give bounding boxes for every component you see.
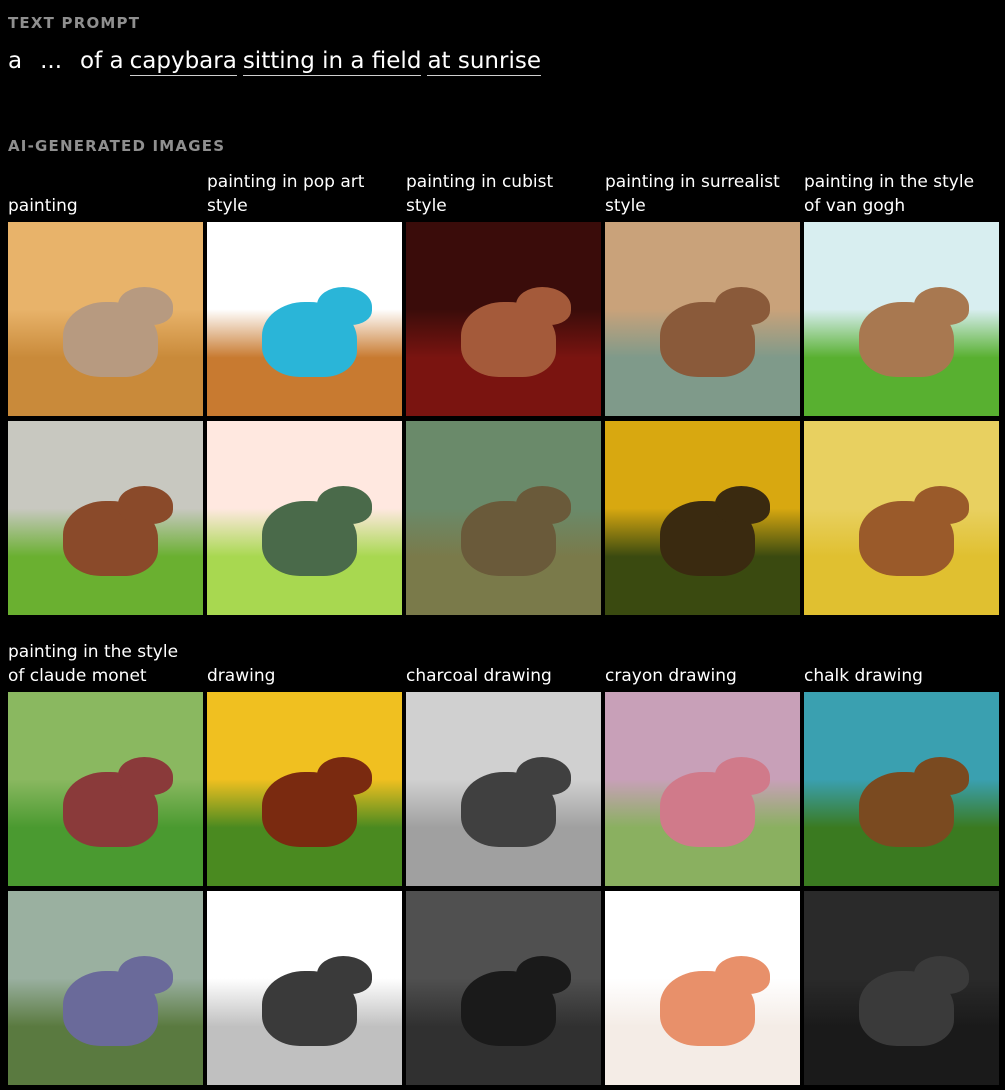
capybara-head-shape (914, 757, 969, 795)
capybara-head-shape (715, 757, 770, 795)
chalk-image-2 (804, 891, 999, 1085)
column-label-drawing: drawing (207, 666, 276, 686)
surrealist-image-2 (605, 421, 800, 615)
ai-generated-images-heading: AI-GENERATED IMAGES (8, 137, 226, 155)
capybara-head-shape (317, 757, 372, 795)
column-label-surrealist: painting in surrealist style (605, 172, 780, 216)
charcoal-image-1 (406, 692, 601, 886)
prompt-of-a: of a (80, 48, 124, 74)
capybara-head-shape (317, 486, 372, 524)
prompt-subject[interactable]: capybara (129, 48, 237, 76)
capybara-head-shape (715, 287, 770, 325)
capybara-head-shape (118, 757, 173, 795)
column-label-painting: painting (8, 196, 78, 216)
capybara-head-shape (516, 956, 571, 994)
capybara-head-shape (715, 486, 770, 524)
column-label-cubist: painting in cubist style (406, 172, 554, 216)
capybara-head-shape (516, 287, 571, 325)
pop-art-image-1 (207, 222, 402, 416)
crayon-image-1 (605, 692, 800, 886)
capybara-head-shape (914, 956, 969, 994)
capybara-head-shape (715, 956, 770, 994)
prompt-time[interactable]: at sunrise (427, 48, 541, 76)
painting-image-2 (8, 421, 203, 615)
drawing-image-1 (207, 692, 402, 886)
column-label-pop-art: painting in pop art style (207, 172, 365, 216)
charcoal-image-2 (406, 891, 601, 1085)
text-prompt-heading: TEXT PROMPT (8, 14, 141, 32)
surrealist-image-1 (605, 222, 800, 416)
crayon-image-2 (605, 891, 800, 1085)
column-label-monet: painting in the style of claude monet (8, 642, 179, 686)
capybara-head-shape (118, 287, 173, 325)
column-label-crayon: crayon drawing (605, 666, 737, 686)
cubist-image-1 (406, 222, 601, 416)
van-gogh-image-2 (804, 421, 999, 615)
capybara-head-shape (516, 757, 571, 795)
capybara-head-shape (516, 486, 571, 524)
capybara-head-shape (317, 956, 372, 994)
prompt-word-a: a (8, 48, 23, 74)
capybara-head-shape (118, 956, 173, 994)
column-label-van-gogh: painting in the style of van gogh (804, 172, 975, 216)
drawing-image-2 (207, 891, 402, 1085)
cubist-image-2 (406, 421, 601, 615)
painting-image-1 (8, 222, 203, 416)
pop-art-image-2 (207, 421, 402, 615)
prompt-ellipsis: ... (40, 48, 63, 74)
prompt-action[interactable]: sitting in a field (242, 48, 422, 76)
capybara-head-shape (118, 486, 173, 524)
column-label-chalk: chalk drawing (804, 666, 923, 686)
monet-image-1 (8, 692, 203, 886)
chalk-image-1 (804, 692, 999, 886)
capybara-head-shape (914, 287, 969, 325)
column-label-charcoal: charcoal drawing (406, 666, 552, 686)
monet-image-2 (8, 891, 203, 1085)
text-prompt: a... of a capybara sitting in a field at sun… (8, 48, 541, 76)
capybara-head-shape (317, 287, 372, 325)
van-gogh-image-1 (804, 222, 999, 416)
capybara-head-shape (914, 486, 969, 524)
